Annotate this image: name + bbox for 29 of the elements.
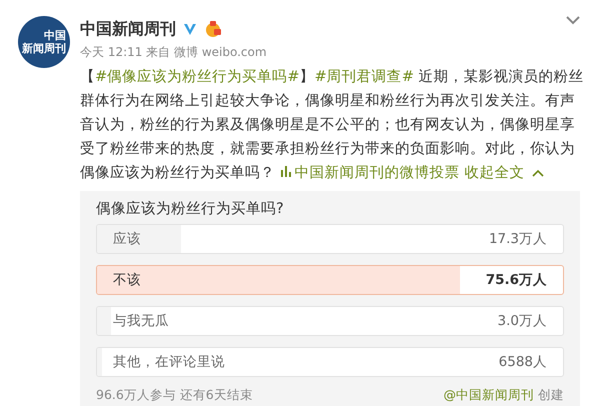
option-label: 应该 xyxy=(113,230,141,248)
chevron-down-icon[interactable] xyxy=(566,16,580,25)
hashtag-link[interactable]: #偶像应该为粉丝行为买单吗# xyxy=(95,68,300,85)
badge-icon xyxy=(204,20,222,38)
option-label: 与我无瓜 xyxy=(113,312,169,330)
hashtag-link[interactable]: #周刊君调查# xyxy=(314,68,414,85)
collapse-link[interactable]: 收起全文 xyxy=(464,164,524,181)
post-text: 【#偶像应该为粉丝行为买单吗#】#周刊君调查# 近期，某影视演员的粉丝群体行为在网络上引起较大争论，偶像明星和粉丝行为再次引发关注。有声音认为，粉丝的行为累及偶像明星是不公平的；也有网友认为，偶像明星享受了粉丝带来的热度，就需要承担粉丝行为带来的负面影响。对此，你认为偶像应该为粉丝行为买单吗？ 中国新闻周刊的微博投票 收起全文 xyxy=(80,67,585,183)
poll-question: 偶像应该为粉丝行为买单吗? xyxy=(96,200,285,218)
option-label: 不该 xyxy=(113,271,141,289)
caret-up-icon[interactable] xyxy=(532,169,544,177)
vote-count: 75.6万人 xyxy=(486,271,547,289)
poll-icon xyxy=(280,164,292,178)
poll-option[interactable]: 其他，在评论里说 6588人 xyxy=(96,347,564,377)
poll-creator: @中国新闻周刊 创建 xyxy=(444,387,564,404)
post-time: 今天 12:11 来自 微博 weibo.com xyxy=(80,44,268,61)
author-name[interactable]: 中国新闻周刊 xyxy=(80,18,176,40)
vote-count: 17.3万人 xyxy=(488,230,547,248)
option-label: 其他，在评论里说 xyxy=(113,353,225,371)
verified-icon xyxy=(182,21,198,37)
poll-stats: 96.6万人参与 还有6天结束 xyxy=(96,387,253,404)
poll-option[interactable]: 应该 17.3万人 xyxy=(96,224,564,254)
vote-count: 6588人 xyxy=(498,353,547,371)
vote-count: 3.0万人 xyxy=(498,312,547,330)
creator-link[interactable]: @中国新闻周刊 xyxy=(444,387,534,402)
avatar-logo[interactable]: 中国 新闻周刊 xyxy=(18,16,70,68)
vote-link[interactable]: 中国新闻周刊的微博投票 xyxy=(280,164,460,181)
poll-option[interactable]: 与我无瓜 3.0万人 xyxy=(96,306,564,336)
poll-option[interactable]: 不该 75.6万人 xyxy=(96,265,564,295)
